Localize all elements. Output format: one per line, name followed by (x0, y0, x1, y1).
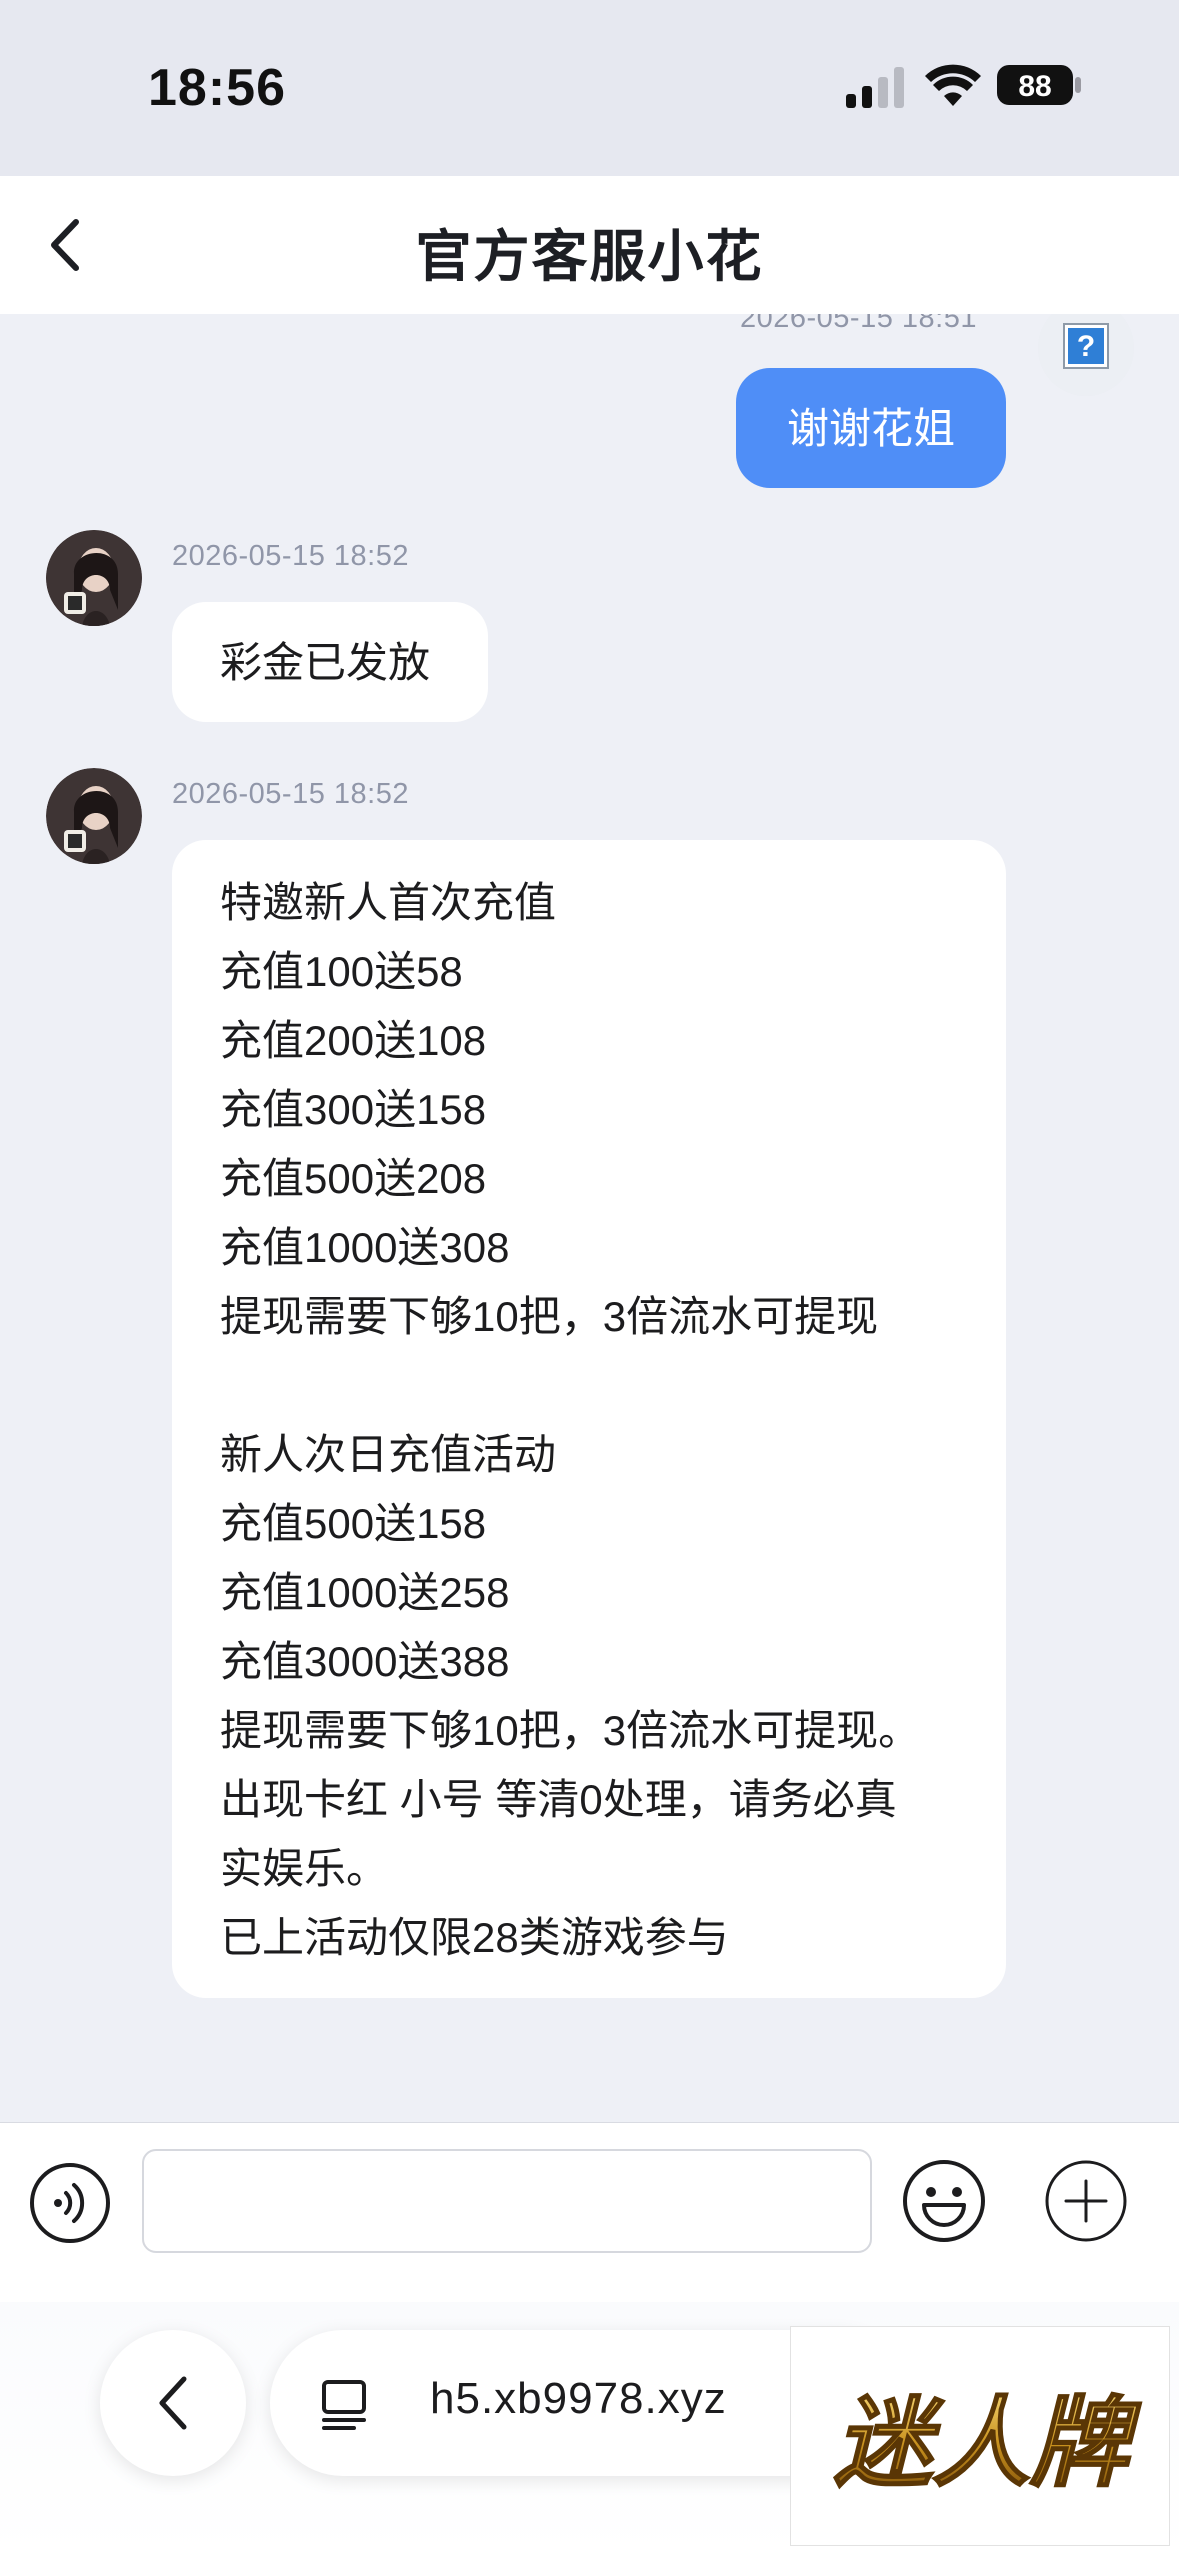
message-text: 谢谢花姐 (786, 405, 955, 452)
message-line: 特邀新人首次充值 (220, 879, 557, 926)
message-line: 充值500送208 (220, 1155, 487, 1202)
agent-avatar[interactable] (46, 768, 142, 864)
chat-header: 官方客服小花 (0, 176, 1179, 314)
message-line: 已上活动仅限28类游戏参与 (220, 1914, 729, 1961)
message-line: 提现需要下够10把，3倍流水可提现。 (220, 1707, 921, 1754)
message-line-blank (220, 1351, 958, 1420)
user-avatar[interactable]: ? (1038, 314, 1134, 396)
emoji-icon (903, 2160, 985, 2242)
voice-input-button[interactable] (28, 2161, 112, 2245)
broken-image-icon: ? (1038, 314, 1134, 396)
message-bubble-outgoing[interactable]: 谢谢花姐 (736, 368, 1006, 488)
message-line: 充值1000送258 (220, 1569, 510, 1616)
battery-icon: 88 (997, 65, 1081, 105)
voice-icon (30, 2163, 110, 2243)
message-timestamp: 2026-05-15 18:52 (172, 540, 409, 572)
message-line: 充值3000送388 (220, 1638, 510, 1685)
message-line: 提现需要下够10把，3倍流水可提现 (220, 1293, 879, 1340)
watermark-text: 迷人牌 (834, 2387, 1142, 2501)
battery-level: 88 (1018, 70, 1051, 103)
agent-avatar[interactable] (46, 530, 142, 626)
message-line: 充值300送158 (220, 1086, 487, 1133)
agent-avatar-image (46, 768, 142, 864)
message-line: 充值100送58 (220, 948, 463, 995)
watermark-logo-image: 迷人牌 (833, 2386, 1143, 2502)
watermark-logo: 迷人牌 (790, 2326, 1170, 2546)
chat-area[interactable]: 2026-05-15 18:51 ? 谢谢花姐 2026-05-15 18:52… (0, 314, 1179, 2122)
message-bubble-incoming[interactable]: 彩金已发放 (172, 602, 488, 722)
message-line: 实娱乐。 (220, 1845, 389, 1892)
wifi-icon (925, 64, 981, 106)
more-options-button[interactable] (1042, 2157, 1130, 2245)
status-bar: 18:56 88 (0, 0, 1179, 176)
cellular-signal-icon (846, 67, 904, 108)
message-timestamp: 2026-05-15 18:51 (740, 314, 977, 334)
message-input[interactable] (142, 2149, 872, 2253)
message-bubble-incoming[interactable]: 特邀新人首次充值 充值100送58 充值200送108 充值300送158 充值… (172, 840, 1006, 1998)
page-title: 官方客服小花 (415, 225, 764, 288)
message-line: 充值1000送308 (220, 1224, 510, 1271)
message-line: 出现卡红 小号 等清0处理，请务必真 (220, 1776, 897, 1823)
reader-page-icon (322, 2380, 366, 2430)
chevron-left-icon (159, 2376, 187, 2430)
agent-avatar-image (46, 530, 142, 626)
url-text: h5.xb9978.xyz (430, 2374, 727, 2423)
message-line: 新人次日充值活动 (220, 1431, 557, 1478)
plus-circle-icon (1045, 2160, 1127, 2242)
message-line: 充值500送158 (220, 1500, 487, 1547)
svg-text:?: ? (1077, 330, 1095, 363)
emoji-button[interactable] (900, 2157, 988, 2245)
message-input-bar (0, 2122, 1179, 2302)
message-timestamp: 2026-05-15 18:52 (172, 778, 409, 810)
browser-back-button[interactable] (100, 2330, 246, 2476)
status-time: 18:56 (148, 59, 286, 117)
message-text: 彩金已发放 (220, 639, 431, 686)
message-line: 充值200送108 (220, 1017, 487, 1064)
